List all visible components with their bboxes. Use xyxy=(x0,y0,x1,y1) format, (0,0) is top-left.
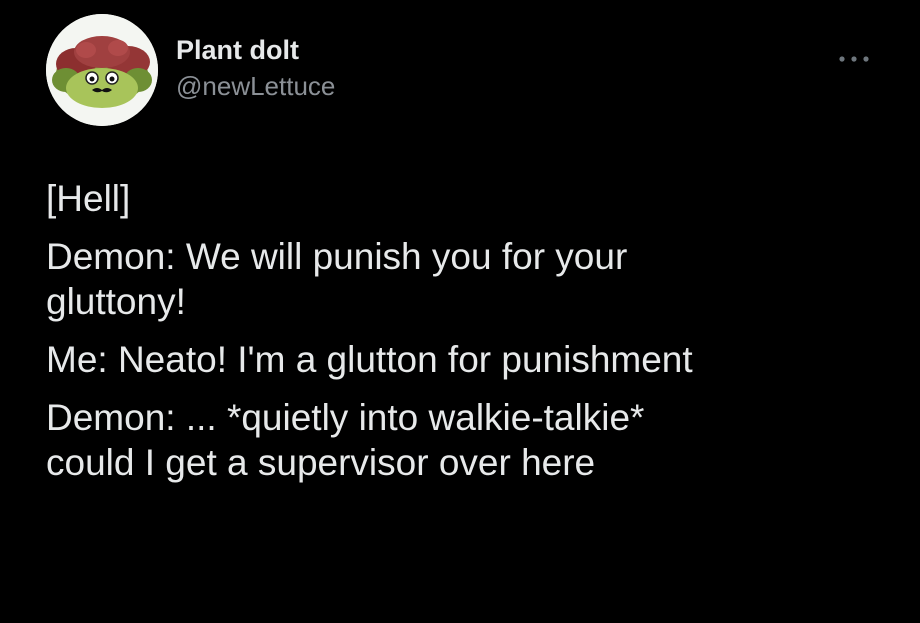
tweet-card: Plant dolt @newLettuce [Hell] Demon: We … xyxy=(0,0,920,623)
lettuce-mascot-avatar-icon xyxy=(46,14,158,126)
tweet-header: Plant dolt @newLettuce xyxy=(46,14,876,126)
author-identity: Plant dolt @newLettuce xyxy=(176,34,335,102)
more-options-button[interactable] xyxy=(832,44,876,74)
tweet-line-scene: [Hell] xyxy=(46,178,131,219)
author-handle[interactable]: @newLettuce xyxy=(176,70,335,102)
tweet-text: [Hell] Demon: We will punish you for you… xyxy=(46,176,896,485)
ellipsis-icon xyxy=(839,56,869,62)
tweet-line-me: Me: Neato! I'm a glutton for punishment xyxy=(46,339,693,380)
author-display-name[interactable]: Plant dolt xyxy=(176,34,335,66)
tweet-line-demon-1-cont: gluttony! xyxy=(46,281,186,322)
avatar[interactable] xyxy=(46,14,158,126)
tweet-line-demon-1: Demon: We will punish you for your xyxy=(46,236,628,277)
tweet-line-demon-2-cont: could I get a supervisor over here xyxy=(46,442,596,483)
tweet-line-demon-2: Demon: ... *quietly into walkie-talkie* xyxy=(46,397,645,438)
